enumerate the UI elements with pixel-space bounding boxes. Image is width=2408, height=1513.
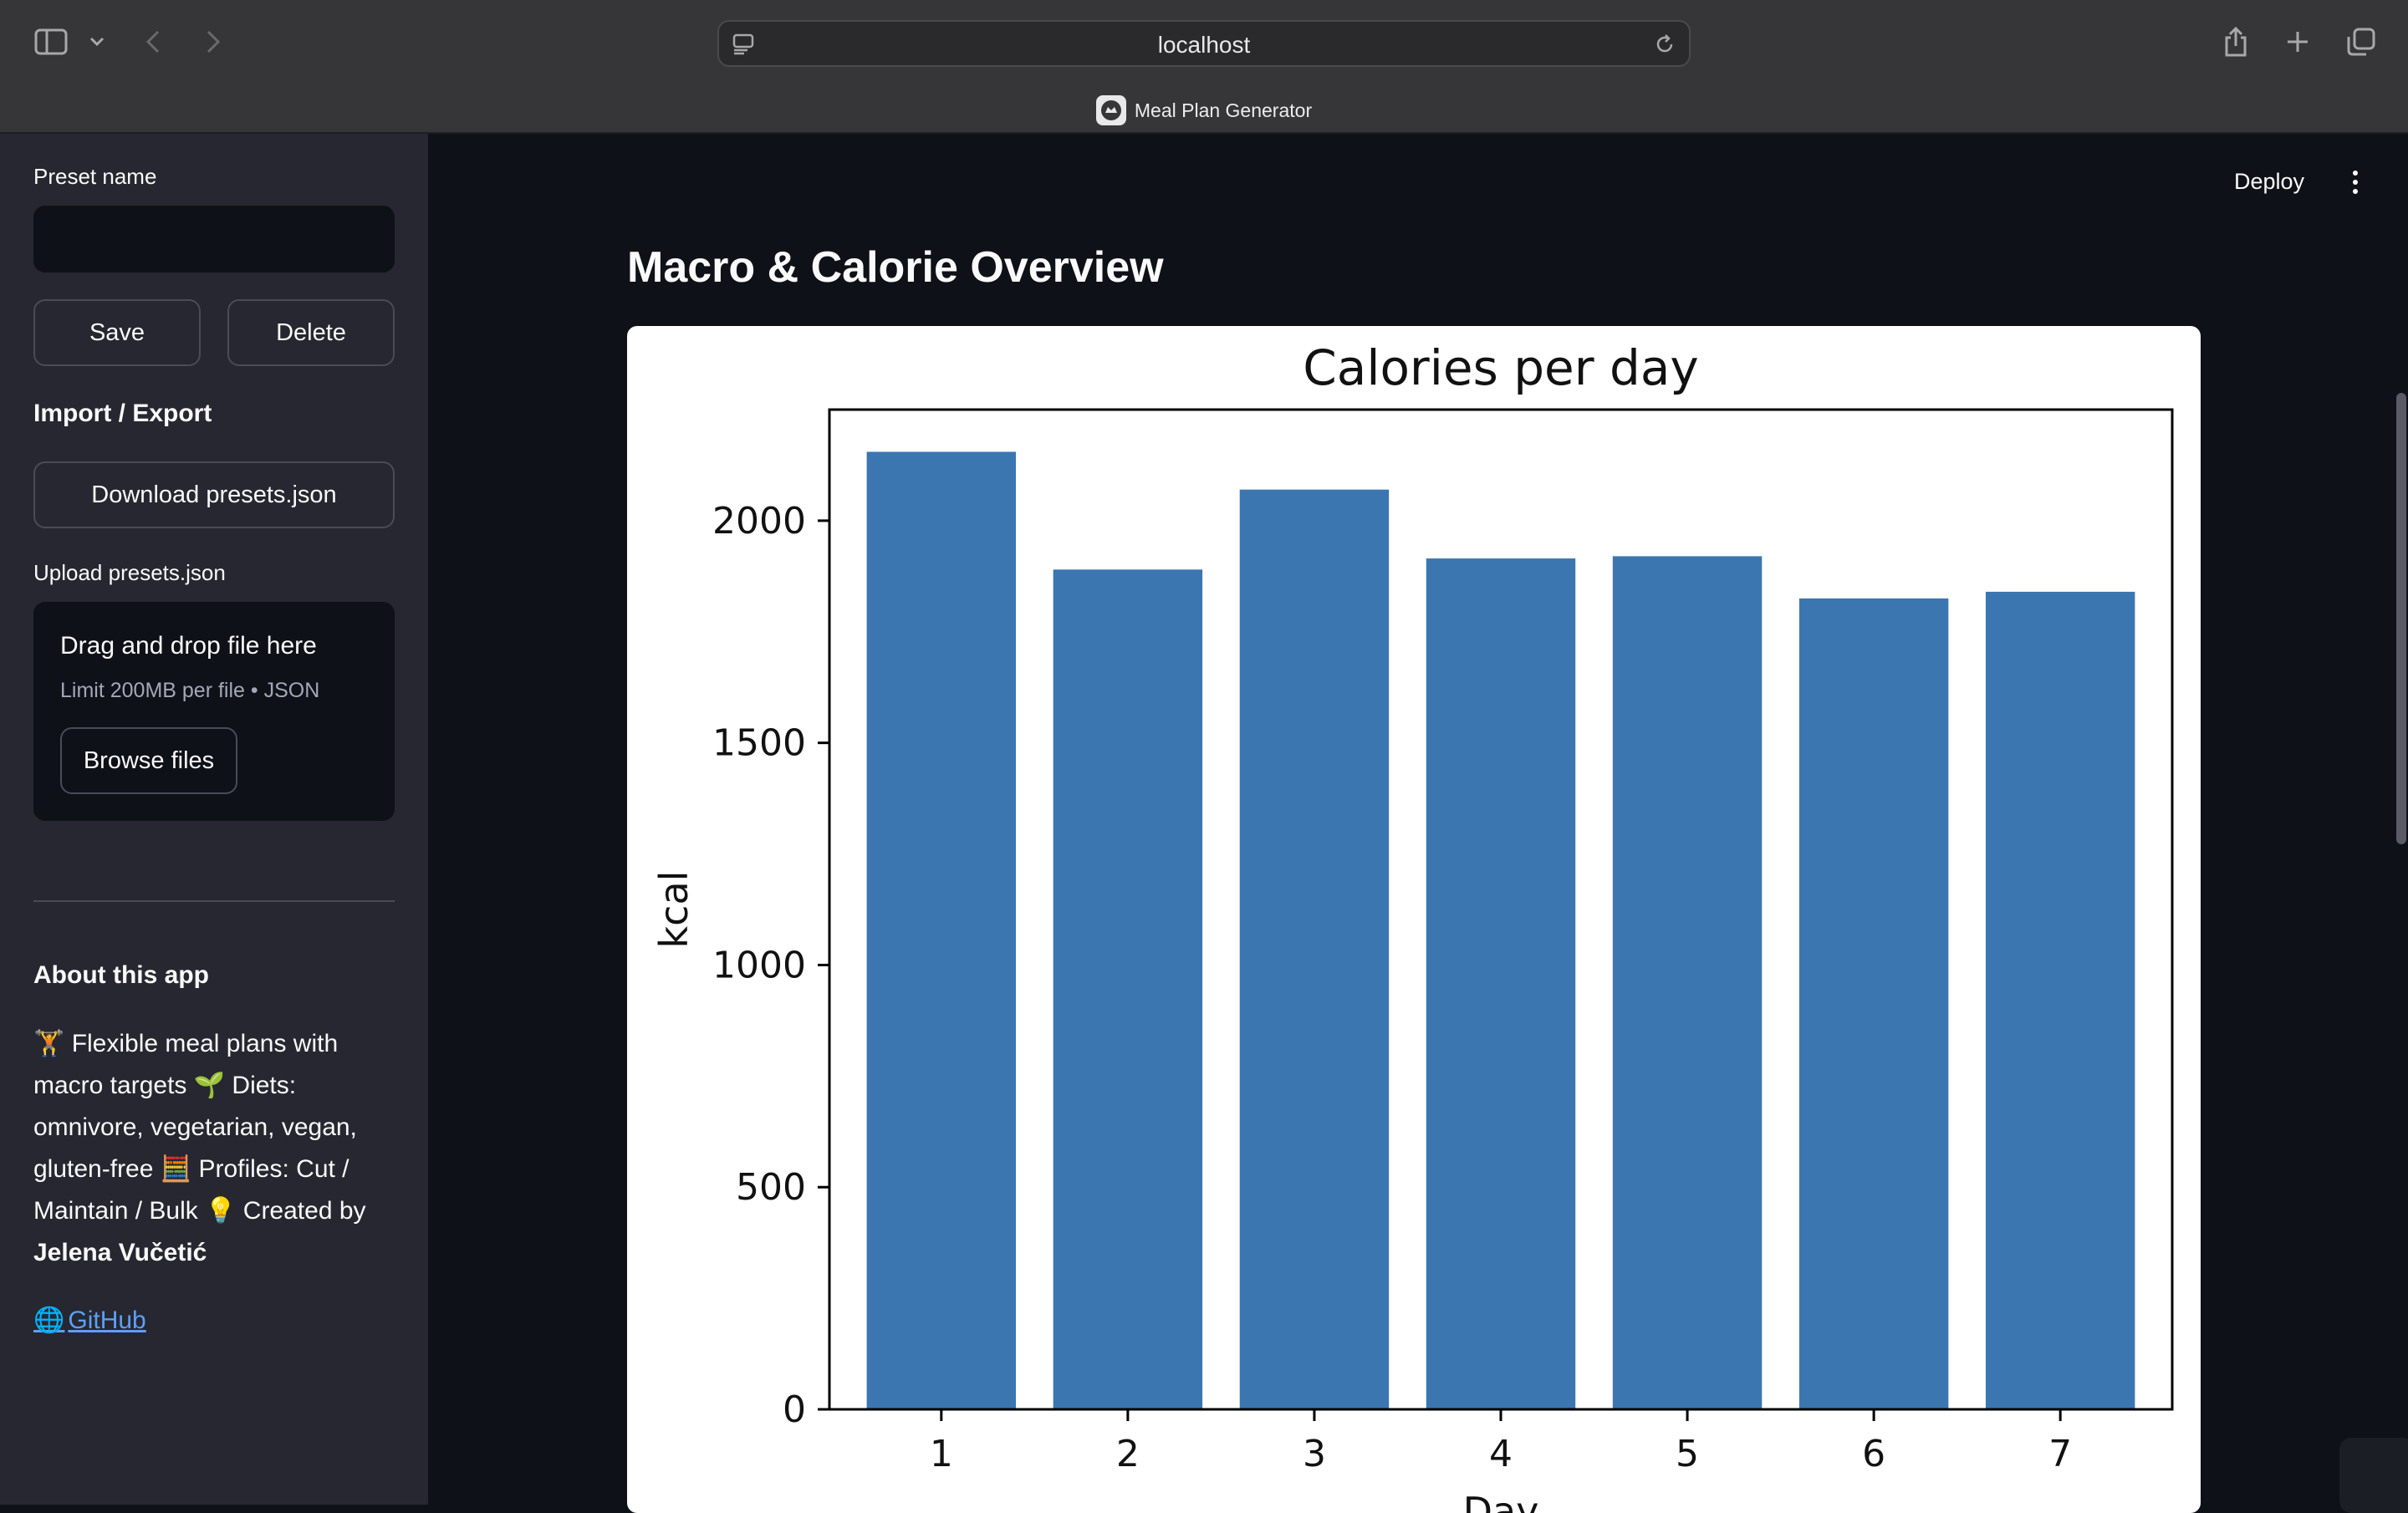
scrollbar[interactable] bbox=[2396, 393, 2406, 844]
about-author: Jelena Vučetić bbox=[33, 1239, 207, 1266]
url-text: localhost bbox=[1157, 32, 1251, 58]
chart-svg: Calories per day 0 500 1000 1500 2000 1 2 3 4 5 6 7 k… bbox=[651, 339, 2174, 1513]
preset-name-input[interactable] bbox=[33, 206, 395, 273]
sidebar-toggle-icon[interactable] bbox=[32, 25, 70, 59]
bar-day-3 bbox=[1239, 489, 1390, 1410]
address-bar[interactable]: localhost bbox=[717, 20, 1691, 67]
y-tick-label-500: 500 bbox=[736, 1166, 806, 1209]
x-tick-label-1: 1 bbox=[930, 1433, 953, 1475]
sidebar: Preset name Save Delete Import / Export … bbox=[0, 134, 428, 1505]
chevron-down-icon[interactable] bbox=[87, 30, 107, 53]
y-tick-label-0: 0 bbox=[783, 1388, 806, 1431]
upload-label: Upload presets.json bbox=[33, 560, 226, 585]
browse-files-button[interactable]: Browse files bbox=[60, 727, 237, 794]
forward-icon[interactable] bbox=[201, 25, 226, 59]
calories-chart: Calories per day 0 500 1000 1500 2000 1 2 3 4 5 6 7 k… bbox=[627, 326, 2201, 1513]
x-tick-label-3: 3 bbox=[1303, 1433, 1326, 1475]
x-tick-label-7: 7 bbox=[2048, 1433, 2072, 1475]
manage-app-button[interactable] bbox=[2339, 1438, 2408, 1513]
main-area: Deploy Macro & Calorie Overview Calories… bbox=[428, 134, 2408, 1513]
back-icon[interactable] bbox=[140, 25, 166, 59]
globe-icon: 🌐 bbox=[33, 1307, 65, 1334]
browser-chrome: localhost Meal Plan Generator bbox=[0, 0, 2408, 134]
sidebar-divider bbox=[33, 900, 395, 902]
more-menu-icon[interactable] bbox=[2343, 167, 2368, 197]
y-axis-label: kcal bbox=[651, 871, 696, 949]
x-tick-label-4: 4 bbox=[1489, 1433, 1513, 1475]
x-axis-label: Day bbox=[1463, 1489, 1539, 1513]
deploy-button[interactable]: Deploy bbox=[2234, 169, 2304, 195]
import-export-heading: Import / Export bbox=[33, 400, 212, 427]
about-description: 🏋️ Flexible meal plans with macro target… bbox=[33, 1030, 366, 1225]
new-tab-icon[interactable] bbox=[2283, 27, 2313, 57]
about-text: 🏋️ Flexible meal plans with macro target… bbox=[33, 1023, 401, 1274]
file-dropzone[interactable]: Drag and drop file here Limit 200MB per … bbox=[33, 602, 395, 821]
bar-day-5 bbox=[1612, 556, 1763, 1409]
preset-name-label: Preset name bbox=[33, 164, 157, 189]
github-label: GitHub bbox=[68, 1306, 146, 1334]
bar-day-2 bbox=[1053, 569, 1203, 1409]
bar-day-7 bbox=[1985, 591, 2135, 1409]
page-title: Macro & Calorie Overview bbox=[627, 243, 1164, 292]
bar-day-6 bbox=[1798, 598, 1949, 1409]
bar-day-4 bbox=[1426, 558, 1576, 1409]
x-tick-label-2: 2 bbox=[1116, 1433, 1140, 1475]
bar-day-1 bbox=[866, 451, 1017, 1409]
reload-icon[interactable] bbox=[1652, 32, 1677, 57]
tab-title: Meal Plan Generator bbox=[1134, 99, 1313, 121]
x-tick-label-6: 6 bbox=[1862, 1433, 1885, 1475]
y-tick-label-1500: 1500 bbox=[712, 722, 806, 765]
share-icon[interactable] bbox=[2221, 23, 2251, 60]
dropzone-title: Drag and drop file here bbox=[60, 632, 317, 660]
tab-overview-icon[interactable] bbox=[2344, 25, 2378, 59]
download-presets-button[interactable]: Download presets.json bbox=[33, 461, 395, 528]
github-link[interactable]: 🌐 GitHub bbox=[33, 1306, 146, 1335]
about-heading: About this app bbox=[33, 961, 209, 989]
streamlit-favicon-icon bbox=[1095, 95, 1126, 125]
tab-active[interactable]: Meal Plan Generator bbox=[0, 92, 2408, 129]
y-tick-label-1000: 1000 bbox=[712, 944, 806, 986]
x-tick-label-5: 5 bbox=[1676, 1433, 1699, 1475]
y-tick-label-2000: 2000 bbox=[712, 500, 806, 543]
save-button[interactable]: Save bbox=[33, 299, 201, 366]
dropzone-limit: Limit 200MB per file • JSON bbox=[60, 679, 320, 702]
chart-title: Calories per day bbox=[1303, 339, 1698, 396]
delete-button[interactable]: Delete bbox=[227, 299, 395, 366]
